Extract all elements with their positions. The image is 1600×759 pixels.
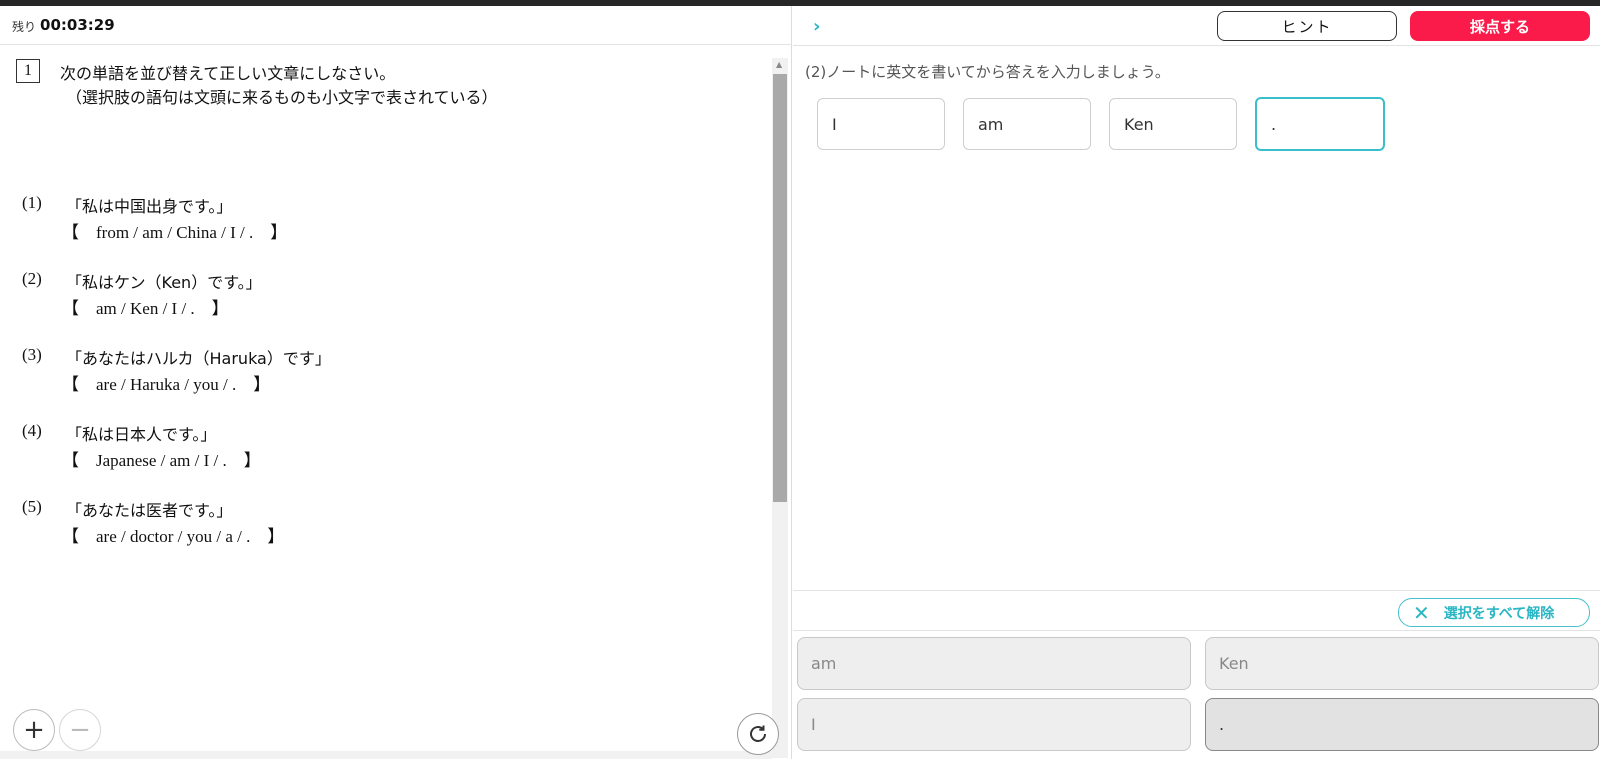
- divider: [793, 590, 1600, 591]
- zoom-in-button[interactable]: +: [13, 709, 55, 751]
- chevron-right-icon[interactable]: ›: [813, 16, 820, 37]
- word-tile-selected[interactable]: .: [1205, 698, 1599, 751]
- answer-header: › ヒント 採点する: [793, 6, 1600, 46]
- word-tile[interactable]: am: [797, 637, 1191, 690]
- problem-panel: 残り 00:03:29 1 次の単語を並び替えて正しい文章にしなさい。 （選択肢…: [0, 6, 792, 759]
- item-japanese: 「私は中国出身です。」: [66, 197, 233, 216]
- instruction-line-2: （選択肢の語句は文頭に来るものも小文字で表されている）: [66, 88, 498, 107]
- instruction-line-1: 次の単語を並び替えて正しい文章にしなさい。: [60, 64, 396, 83]
- horizontal-scrollbar[interactable]: [0, 751, 772, 759]
- item-japanese: 「私は日本人です。」: [66, 425, 217, 444]
- answer-slot[interactable]: I: [817, 98, 945, 150]
- problem-document: 1 次の単語を並び替えて正しい文章にしなさい。 （選択肢の語句は文頭に来るものも…: [0, 46, 770, 751]
- scrollbar-thumb[interactable]: [773, 74, 787, 502]
- zoom-out-button[interactable]: −: [59, 709, 101, 751]
- item-choices: 【 Japanese / am / I / . 】: [62, 451, 261, 470]
- item-choices: 【 from / am / China / I / . 】: [62, 223, 288, 242]
- close-icon: ✕: [1413, 600, 1430, 625]
- item-choices: 【 am / Ken / I / . 】: [62, 299, 229, 318]
- answer-slot[interactable]: Ken: [1109, 98, 1237, 150]
- timer-bar: 残り 00:03:29: [0, 6, 792, 45]
- timer-value: 00:03:29: [40, 16, 115, 34]
- item-japanese: 「あなたはハルカ（Haruka）です」: [66, 349, 331, 368]
- answer-slot[interactable]: am: [963, 98, 1091, 150]
- score-button[interactable]: 採点する: [1410, 11, 1590, 41]
- timer-label: 残り: [12, 19, 37, 34]
- item-choices: 【 are / Haruka / you / . 】: [62, 375, 271, 394]
- rotate-icon: [750, 725, 766, 742]
- scroll-up-arrow-icon[interactable]: ▲: [776, 60, 782, 69]
- word-tile[interactable]: Ken: [1205, 637, 1599, 690]
- question-number: 1: [16, 59, 40, 83]
- minus-icon: −: [69, 715, 91, 745]
- item-choices: 【 are / doctor / you / a / . 】: [62, 527, 285, 546]
- answer-panel: › ヒント 採点する (2)ノートに英文を書いてから答えを入力しましょう。 I …: [793, 6, 1600, 759]
- clear-selection-button[interactable]: ✕ 選択をすべて解除: [1398, 598, 1590, 627]
- item-japanese: 「私はケン（Ken）です。」: [66, 273, 262, 292]
- item-number: (2): [22, 269, 42, 288]
- word-tile[interactable]: I: [797, 698, 1191, 751]
- answer-slot-active[interactable]: .: [1255, 97, 1385, 151]
- clear-selection-label: 選択をすべて解除: [1443, 605, 1555, 622]
- rotate-button[interactable]: [737, 713, 779, 755]
- item-number: (5): [22, 497, 42, 516]
- item-number: (3): [22, 345, 42, 364]
- hint-button[interactable]: ヒント: [1217, 11, 1397, 41]
- divider: [793, 630, 1600, 631]
- item-japanese: 「あなたは医者です。」: [66, 501, 233, 520]
- exercise-prompt: (2)ノートに英文を書いてから答えを入力しましょう。: [805, 63, 1170, 81]
- item-number: (4): [22, 421, 42, 440]
- plus-icon: +: [23, 715, 45, 745]
- item-number: (1): [22, 193, 42, 212]
